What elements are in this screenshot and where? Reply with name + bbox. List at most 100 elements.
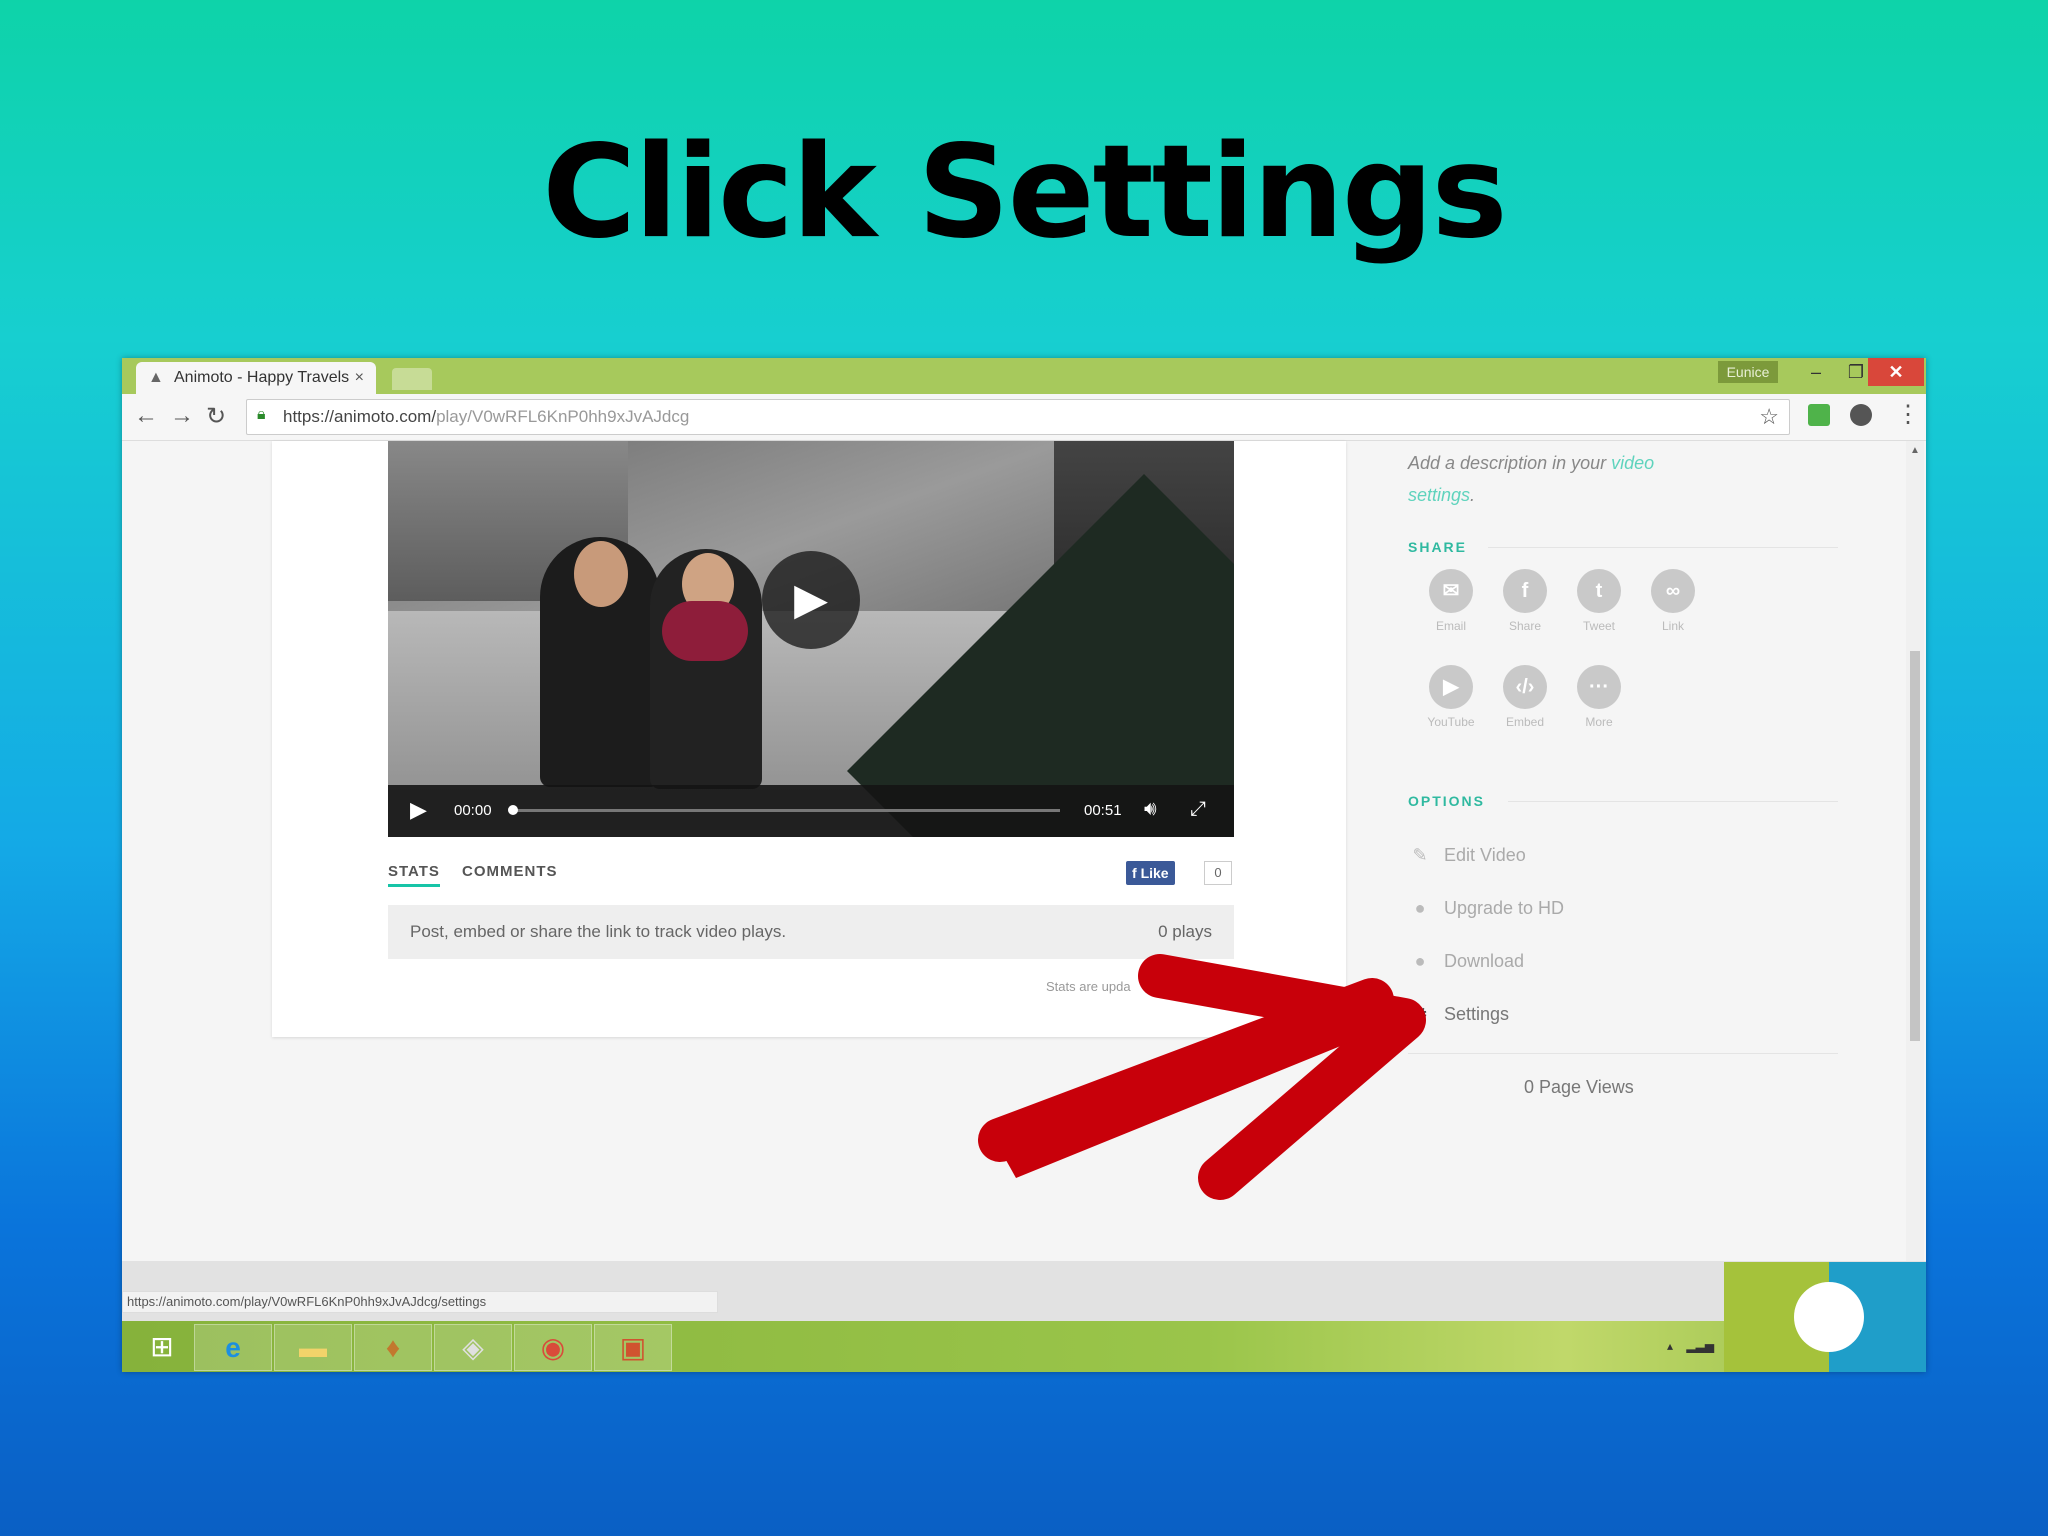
system-tray[interactable]: ▴ ▂▃▅	[1667, 1339, 1714, 1353]
powerpoint-icon: ▣	[619, 1332, 647, 1363]
volume-icon[interactable]: 🔊︎	[1144, 798, 1157, 821]
video-player[interactable]: ▶ ▶ 00:00 00:51 🔊︎ ⤢	[388, 441, 1234, 837]
page-views-count: 0 Page Views	[1524, 1077, 1634, 1097]
taskbar-chrome[interactable]: ◉	[514, 1324, 592, 1371]
status-url: https://animoto.com/play/V0wRFL6KnP0hh9x…	[122, 1291, 718, 1313]
current-time: 00:00	[454, 802, 492, 819]
browser-titlebar: ▲ Animoto - Happy Travels × Eunice – ❐ ✕	[122, 358, 1926, 394]
tab-title: Animoto - Happy Travels	[174, 369, 350, 386]
internet-explorer-icon: e	[225, 1332, 241, 1363]
share-label: Embed	[1505, 715, 1545, 729]
app-icon: ♦	[385, 1332, 401, 1363]
settings-option[interactable]: ⚙ Settings	[1408, 1004, 1509, 1025]
divider	[1508, 801, 1838, 802]
scroll-thumb[interactable]	[1910, 651, 1920, 1041]
pencil-icon: ✎	[1412, 845, 1428, 865]
option-label: Upgrade to HD	[1444, 898, 1565, 918]
share-twitter-button[interactable]: t Tweet	[1562, 569, 1636, 633]
taskbar-internet-explorer[interactable]: e	[194, 1324, 272, 1371]
new-tab-button[interactable]	[392, 368, 432, 390]
url-text: https://animoto.com/play/V0wRFL6KnP0hh9x…	[283, 407, 689, 427]
taskbar-app[interactable]: ♦	[354, 1324, 432, 1371]
divider	[1408, 1053, 1838, 1054]
network-signal-icon: ▂▃▅	[1686, 1339, 1715, 1353]
share-link-button[interactable]: ∞ Link	[1636, 569, 1710, 633]
address-bar[interactable]: 🔒︎ https://animoto.com/play/V0wRFL6KnP0h…	[246, 399, 1790, 435]
app-icon-2: ◈	[462, 1332, 484, 1363]
animoto-logo-box	[1724, 1262, 1926, 1372]
share-heading: SHARE	[1408, 539, 1468, 555]
tab-comments[interactable]: COMMENTS	[462, 863, 558, 880]
share-label: Link	[1661, 619, 1684, 633]
like-count: 0	[1204, 861, 1232, 885]
windows-logo-icon: ⊞	[150, 1331, 174, 1362]
tab-close-icon[interactable]: ×	[355, 362, 364, 394]
stats-message: Post, embed or share the link to track v…	[410, 922, 787, 941]
browser-screenshot: ▲ Animoto - Happy Travels × Eunice – ❐ ✕…	[122, 358, 1926, 1372]
progress-handle[interactable]	[508, 805, 518, 815]
slide-title: Click Settings	[542, 118, 1507, 267]
share-more-button[interactable]: ··· More	[1562, 665, 1636, 729]
option-label: Download	[1444, 951, 1525, 971]
edit-video-option[interactable]: ✎ Edit Video	[1408, 845, 1526, 866]
option-label: Settings	[1444, 1004, 1510, 1024]
stats-row: Post, embed or share the link to track v…	[388, 905, 1234, 959]
bookmark-star-icon[interactable]: ☆	[1759, 404, 1779, 430]
fullscreen-icon[interactable]: ⤢	[1190, 798, 1206, 821]
browser-toolbar: ← → ↻ 🔒︎ https://animoto.com/play/V0wRFL…	[122, 394, 1926, 441]
minimize-button[interactable]: –	[1796, 358, 1836, 386]
description-end: .	[1470, 485, 1476, 505]
facebook-icon: f	[1132, 865, 1141, 881]
user-badge[interactable]: Eunice	[1718, 361, 1778, 383]
download-option[interactable]: ● Download	[1408, 951, 1525, 972]
link-icon: ∞	[1651, 569, 1695, 613]
animoto-tab-icon: ▲	[148, 369, 164, 386]
envelope-icon: ✉	[1429, 569, 1473, 613]
back-arrow-icon[interactable]: ←	[134, 402, 158, 430]
extension-icon[interactable]	[1808, 404, 1830, 426]
share-label: YouTube	[1427, 715, 1475, 729]
forward-arrow-icon[interactable]: →	[170, 402, 194, 430]
share-label: Share	[1508, 619, 1542, 633]
hd-icon: ●	[1414, 898, 1426, 918]
close-window-button[interactable]: ✕	[1868, 358, 1924, 386]
reload-icon[interactable]: ↻	[206, 402, 226, 431]
lock-icon: 🔒︎	[257, 406, 266, 423]
taskbar-file-explorer[interactable]: ▬	[274, 1324, 352, 1371]
taskbar-app-2[interactable]: ◈	[434, 1324, 512, 1371]
big-play-button[interactable]: ▶	[762, 551, 860, 649]
extension-icon-2[interactable]	[1850, 404, 1872, 426]
share-label: More	[1585, 715, 1613, 729]
share-embed-button[interactable]: ‹/› Embed	[1488, 665, 1562, 729]
plays-count: 0 plays	[1158, 922, 1212, 941]
tray-arrow-icon: ▴	[1667, 1339, 1674, 1353]
download-icon: ●	[1414, 951, 1426, 971]
share-youtube-button[interactable]: ▶ YouTube	[1414, 665, 1488, 729]
progress-bar[interactable]	[512, 809, 1060, 812]
twitter-icon: t	[1577, 569, 1621, 613]
video-person-scarf	[662, 601, 748, 661]
gear-icon: ⚙	[1411, 1004, 1429, 1024]
page-scrollbar[interactable]: ▲	[1906, 441, 1924, 1261]
video-sidebar: Add a description in your video settings…	[1408, 441, 1878, 1261]
stats-updated-note: Stats are upda	[1046, 979, 1131, 994]
menu-kebab-icon[interactable]: ⋮	[1896, 400, 1920, 429]
taskbar-powerpoint[interactable]: ▣	[594, 1324, 672, 1371]
share-facebook-button[interactable]: f Share	[1488, 569, 1562, 633]
description-prompt: Add a description in your video settings…	[1408, 447, 1708, 511]
tab-stats[interactable]: STATS	[388, 863, 440, 887]
facebook-like-button[interactable]: f Like	[1126, 861, 1175, 885]
folder-icon: ▬	[299, 1332, 327, 1363]
url-base: https://animoto.com/	[283, 407, 437, 426]
browser-tab[interactable]: ▲ Animoto - Happy Travels ×	[136, 362, 376, 394]
option-label: Edit Video	[1444, 845, 1526, 865]
total-time: 00:51	[1084, 802, 1122, 819]
animoto-page: ▶ ▶ 00:00 00:51 🔊︎ ⤢ STATS COMMENTS f Li…	[122, 441, 1926, 1261]
start-button[interactable]: ⊞	[124, 1324, 200, 1369]
share-email-button[interactable]: ✉ Email	[1414, 569, 1488, 633]
embed-icon: ‹/›	[1503, 665, 1547, 709]
divider	[1488, 547, 1838, 548]
play-icon[interactable]: ▶	[410, 797, 427, 823]
upgrade-hd-option[interactable]: ● Upgrade to HD	[1408, 898, 1565, 919]
scroll-up-icon[interactable]: ▲	[1910, 445, 1920, 456]
